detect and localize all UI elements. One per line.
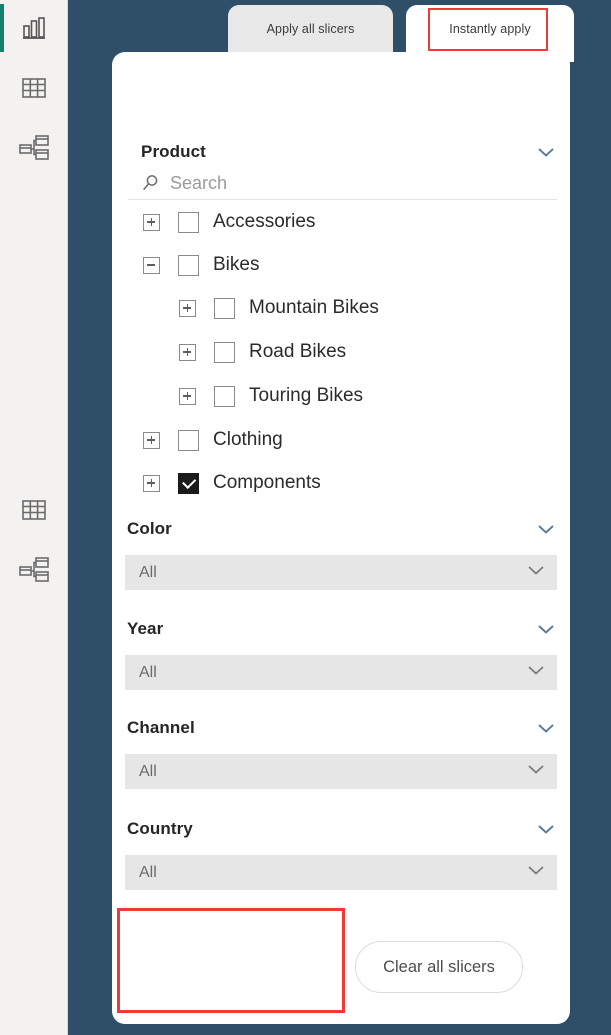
chevron-down-icon[interactable] [535, 522, 557, 536]
tree-item-label: Clothing [213, 429, 283, 450]
tree-item-label: Touring Bikes [249, 385, 364, 406]
year-slicer-dropdown[interactable]: All [125, 655, 557, 690]
search-divider [128, 199, 557, 200]
color-slicer-title: Color [127, 519, 172, 538]
expand-plus-icon[interactable] [179, 299, 196, 317]
checkbox[interactable] [214, 385, 235, 407]
data-view-icon-2[interactable] [0, 488, 68, 532]
clear-all-slicers-button[interactable]: Clear all slicers [355, 941, 523, 993]
checkbox[interactable] [214, 297, 235, 319]
checkbox[interactable] [178, 429, 199, 451]
tree-item-label: Components [213, 472, 321, 493]
expand-plus-icon[interactable] [143, 474, 160, 492]
checkbox[interactable] [214, 341, 235, 363]
chevron-down-icon[interactable] [535, 721, 557, 735]
chevron-down-icon [525, 563, 547, 582]
checkbox[interactable] [178, 211, 199, 233]
country-slicer-title: Country [127, 819, 193, 838]
tree-item-mountain-bikes[interactable]: Mountain Bikes [179, 293, 379, 323]
collapse-minus-icon[interactable] [143, 256, 160, 274]
tree-item-bikes[interactable]: Bikes [143, 250, 259, 280]
tree-item-label: Road Bikes [249, 341, 347, 362]
chevron-down-icon[interactable] [535, 622, 557, 636]
tree-item-label: Bikes [213, 254, 260, 275]
search-placeholder-text: Search [170, 172, 228, 193]
channel-slicer-dropdown[interactable]: All [125, 754, 557, 789]
product-slicer-title: Product [141, 142, 206, 161]
clear-all-slicers-label: Clear all slicers [383, 957, 495, 976]
tree-item-label: Mountain Bikes [249, 297, 379, 318]
product-slicer-header: Product [141, 140, 557, 164]
apply-button-highlight-region [117, 908, 345, 1013]
tab-label: Apply all slicers [266, 22, 355, 36]
channel-slicer-title: Channel [127, 718, 195, 737]
dropdown-value: All [139, 863, 157, 881]
color-slicer-header: Color [127, 518, 557, 540]
tree-item-clothing[interactable]: Clothing [143, 425, 283, 455]
expand-plus-icon[interactable] [179, 387, 196, 405]
dropdown-value: All [139, 663, 157, 681]
country-slicer-dropdown[interactable]: All [125, 855, 557, 890]
search-icon [143, 174, 158, 190]
tree-item-components[interactable]: Components [143, 468, 321, 498]
country-slicer-header: Country [127, 818, 557, 840]
tree-item-road-bikes[interactable]: Road Bikes [179, 337, 346, 367]
chevron-down-icon[interactable] [535, 822, 557, 836]
tree-item-accessories[interactable]: Accessories [143, 207, 315, 237]
year-slicer-title: Year [127, 619, 164, 638]
dropdown-value: All [139, 563, 157, 581]
expand-plus-icon[interactable] [143, 431, 160, 449]
tree-item-touring-bikes[interactable]: Touring Bikes [179, 381, 363, 411]
expand-plus-icon[interactable] [143, 213, 160, 231]
color-slicer-dropdown[interactable]: All [125, 555, 557, 590]
model-view-icon[interactable] [0, 126, 68, 170]
app-root: Apply all slicers Instantly apply Produc… [0, 0, 611, 1035]
checkbox[interactable] [178, 254, 199, 276]
year-slicer-header: Year [127, 618, 557, 640]
product-search-input[interactable]: Search [141, 170, 441, 196]
left-rail [0, 0, 68, 1035]
data-view-icon[interactable] [0, 66, 68, 110]
model-view-icon-2[interactable] [0, 548, 68, 592]
dropdown-value: All [139, 762, 157, 780]
tab-label: Instantly apply [449, 22, 531, 36]
tab-panel-join [406, 40, 574, 62]
tab-apply-all-slicers[interactable]: Apply all slicers [228, 5, 393, 53]
tree-item-label: Accessories [213, 211, 316, 232]
chevron-down-icon [525, 863, 547, 882]
chevron-down-icon [525, 663, 547, 682]
chevron-down-icon [525, 762, 547, 781]
checkbox[interactable] [178, 472, 199, 494]
channel-slicer-header: Channel [127, 717, 557, 739]
expand-plus-icon[interactable] [179, 343, 196, 361]
chevron-down-icon[interactable] [535, 145, 557, 159]
